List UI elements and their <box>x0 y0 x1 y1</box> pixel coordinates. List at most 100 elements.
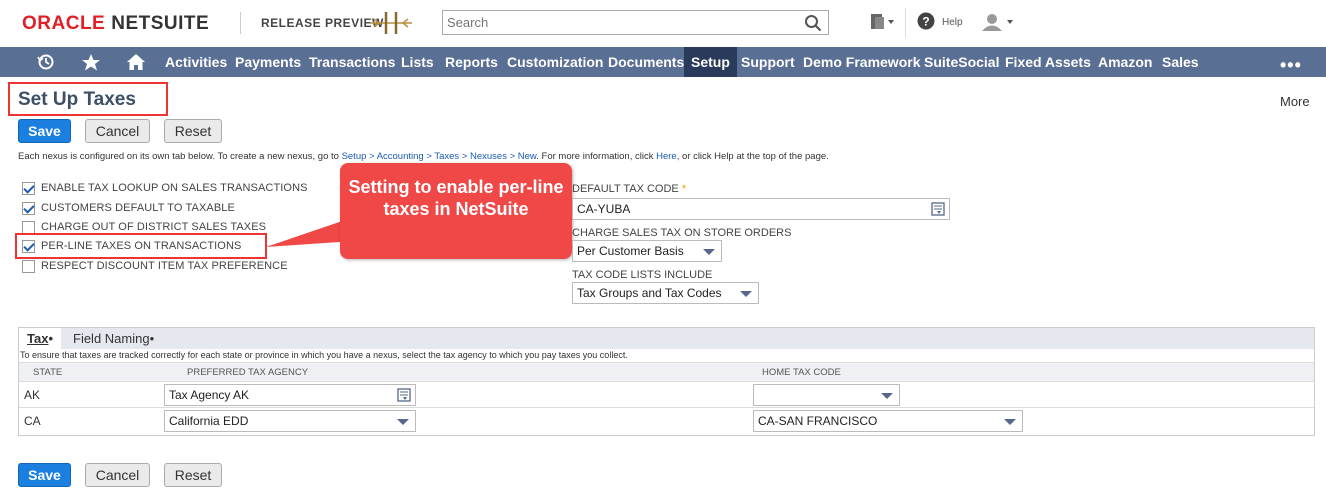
save-button[interactable]: Save <box>18 119 71 143</box>
default-tax-code-label: DEFAULT TAX CODE * <box>572 183 686 195</box>
home-tax-code-value: CA-SAN FRANCISCO <box>758 414 878 428</box>
nexus-tabs-panel: Tax• Field Naming• To ensure that taxes … <box>18 327 1315 436</box>
help-here-link[interactable]: Here <box>656 151 677 162</box>
charge-store-orders-label: CHARGE SALES TAX ON STORE ORDERS <box>572 227 792 239</box>
more-link[interactable]: More <box>1280 94 1310 109</box>
nav-more-icon[interactable]: ••• <box>1280 55 1302 76</box>
main-nav: Activities Payments Transactions Lists R… <box>0 47 1326 77</box>
global-search[interactable] <box>442 10 829 35</box>
reset-button-bottom[interactable]: Reset <box>164 463 222 487</box>
tax-code-lists-value: Tax Groups and Tax Codes <box>577 286 722 300</box>
cancel-button[interactable]: Cancel <box>85 119 150 143</box>
default-tax-code-field[interactable]: CA-YUBA <box>572 198 950 220</box>
search-input[interactable] <box>443 11 793 34</box>
chevron-down-icon[interactable] <box>740 291 752 297</box>
tax-agency-value: California EDD <box>169 414 249 428</box>
cancel-button-bottom[interactable]: Cancel <box>85 463 150 487</box>
help-icon[interactable]: ? <box>917 12 935 30</box>
table-row: CA California EDD CA-SAN FRANCISCO <box>19 409 1314 434</box>
checkbox-row-discount-item[interactable]: RESPECT DISCOUNT ITEM TAX PREFERENCE <box>22 258 288 274</box>
nav-support[interactable]: Support <box>734 47 802 77</box>
charge-store-orders-value: Per Customer Basis <box>577 244 684 258</box>
help-label[interactable]: Help <box>942 17 963 28</box>
search-icon[interactable] <box>804 14 822 32</box>
netsuite-logo[interactable]: ORACLE NETSUITE <box>22 13 209 35</box>
create-new-icon[interactable] <box>868 12 896 32</box>
nexus-setup-link[interactable]: Setup > Accounting > Taxes > Nexuses > N… <box>342 151 537 162</box>
tab-field-naming-label: Field Naming <box>73 331 150 346</box>
checkbox-discount-item[interactable] <box>22 259 35 273</box>
release-preview-label: RELEASE PREVIEW <box>261 16 384 30</box>
chevron-down-icon[interactable] <box>1004 419 1016 425</box>
nav-setup[interactable]: Setup <box>684 47 737 77</box>
nav-transactions[interactable]: Transactions <box>302 47 402 77</box>
svg-text:?: ? <box>922 15 929 29</box>
tab-bar: Tax• Field Naming• <box>19 328 1314 349</box>
default-tax-code-value: CA-YUBA <box>577 202 631 216</box>
chevron-down-icon[interactable] <box>397 419 409 425</box>
chevron-down-icon[interactable] <box>703 249 715 255</box>
logo-netsuite: NETSUITE <box>111 13 210 34</box>
logo-oracle: ORACLE <box>22 13 106 34</box>
page-title: Set Up Taxes <box>18 89 136 110</box>
nav-reports[interactable]: Reports <box>438 47 505 77</box>
save-button-bottom[interactable]: Save <box>18 463 71 487</box>
nav-fixed-assets[interactable]: Fixed Assets <box>998 47 1098 77</box>
home-tax-code-select[interactable]: CA-SAN FRANCISCO <box>753 410 1023 432</box>
row-state: CA <box>24 414 41 428</box>
tax-agency-select[interactable]: California EDD <box>164 410 416 432</box>
row-state: AK <box>24 388 41 402</box>
tab-tax[interactable]: Tax• <box>19 328 61 349</box>
table-header: STATE PREFERRED TAX AGENCY HOME TAX CODE <box>19 362 1314 382</box>
top-bar: ORACLENETSUITE RELEASE PREVIEW ? Help <box>0 0 1326 47</box>
nav-activities[interactable]: Activities <box>158 47 234 77</box>
checkbox-tax-lookup[interactable] <box>22 181 35 195</box>
chevron-down-icon[interactable] <box>881 393 893 399</box>
release-emblem-icon <box>370 12 412 34</box>
tab-field-naming[interactable]: Field Naming• <box>65 328 162 349</box>
nav-sales[interactable]: Sales <box>1155 47 1206 77</box>
column-state: STATE <box>33 367 63 378</box>
checkbox-label: CHARGE OUT OF DISTRICT SALES TAXES <box>41 221 267 233</box>
recent-history-icon[interactable] <box>36 53 56 71</box>
checkbox-label: CUSTOMERS DEFAULT TO TAXABLE <box>41 202 235 214</box>
required-marker: * <box>681 183 687 195</box>
checkbox-label: RESPECT DISCOUNT ITEM TAX PREFERENCE <box>41 260 288 272</box>
default-tax-code-label-text: DEFAULT TAX CODE <box>572 183 679 195</box>
tax-code-lists-select[interactable]: Tax Groups and Tax Codes <box>572 282 759 304</box>
nav-demo-framework[interactable]: Demo Framework <box>796 47 927 77</box>
favorites-star-icon[interactable] <box>81 53 101 71</box>
nexus-info-text: Each nexus is configured on its own tab … <box>18 151 829 162</box>
tab-description: To ensure that taxes are tracked correct… <box>20 350 628 360</box>
user-avatar-icon[interactable] <box>980 12 1016 32</box>
column-home-tax-code: HOME TAX CODE <box>762 367 841 378</box>
info-text-part3: , or click Help at the top of the page. <box>676 151 829 162</box>
column-preferred-tax-agency: PREFERRED TAX AGENCY <box>187 367 309 378</box>
checkbox-out-of-district[interactable] <box>22 220 35 234</box>
home-icon[interactable] <box>126 53 146 71</box>
tab-tax-label: Tax <box>27 331 49 346</box>
logo-divider <box>240 12 241 34</box>
tax-code-lists-label: TAX CODE LISTS INCLUDE <box>572 269 713 281</box>
checkbox-label: ENABLE TAX LOOKUP ON SALES TRANSACTIONS <box>41 182 308 194</box>
nav-payments[interactable]: Payments <box>228 47 308 77</box>
checkbox-row-tax-lookup[interactable]: ENABLE TAX LOOKUP ON SALES TRANSACTIONS <box>22 180 308 196</box>
nav-lists[interactable]: Lists <box>394 47 441 77</box>
checkbox-row-customers-taxable[interactable]: CUSTOMERS DEFAULT TO TAXABLE <box>22 200 235 216</box>
charge-store-orders-select[interactable]: Per Customer Basis <box>572 240 722 262</box>
nav-suitesocial[interactable]: SuiteSocial <box>917 47 1006 77</box>
list-picker-icon[interactable] <box>931 202 945 216</box>
nav-documents[interactable]: Documents <box>601 47 691 77</box>
info-text-part2: . For more information, click <box>536 151 657 162</box>
list-picker-icon[interactable] <box>397 388 411 402</box>
table-row: AK Tax Agency AK <box>19 383 1314 408</box>
nav-customization[interactable]: Customization <box>500 47 610 77</box>
info-text-part1: Each nexus is configured on its own tab … <box>18 151 342 162</box>
reset-button[interactable]: Reset <box>164 119 222 143</box>
home-tax-code-select[interactable] <box>753 384 900 406</box>
checkbox-customers-taxable[interactable] <box>22 201 35 215</box>
nav-amazon[interactable]: Amazon <box>1091 47 1159 77</box>
tax-agency-field[interactable]: Tax Agency AK <box>164 384 416 406</box>
top-divider <box>905 8 906 38</box>
per-line-taxes-highlight <box>15 233 267 259</box>
